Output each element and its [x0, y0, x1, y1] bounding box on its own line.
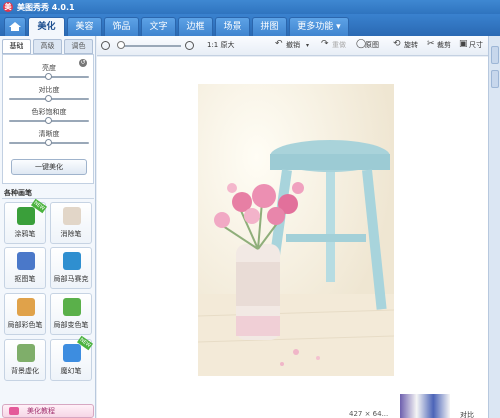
sharpness-label: 清晰度: [38, 130, 60, 138]
tab-beautify[interactable]: 美化: [28, 17, 65, 36]
tool-label: 背景虚化: [11, 367, 39, 375]
sharpness-knob[interactable]: [45, 139, 52, 146]
background-blur-tool[interactable]: 背景虚化: [4, 339, 46, 381]
zoom-in-icon[interactable]: [185, 41, 194, 50]
tab-home[interactable]: [4, 17, 26, 36]
brightness-slider[interactable]: [9, 73, 89, 80]
cutout-pen-icon: [17, 252, 35, 270]
subtab-color[interactable]: 调色: [64, 39, 93, 54]
contrast-slider[interactable]: [9, 95, 89, 102]
eraser-pen-tool[interactable]: 消除笔: [50, 202, 92, 244]
side-panel-toggle[interactable]: [491, 46, 499, 64]
right-side-strip: [488, 36, 500, 418]
tutorial-icon: [9, 407, 19, 415]
tab-collage[interactable]: 拼图: [252, 17, 287, 36]
mosaic-tool[interactable]: 局部马赛克: [50, 247, 92, 289]
tab-beauty[interactable]: 美容: [67, 17, 102, 36]
graffiti-pen-tool[interactable]: NEW 涂鸦笔: [4, 198, 48, 244]
color-brush-tool[interactable]: 局部彩色笔: [4, 293, 46, 335]
zoom-slider[interactable]: [121, 45, 181, 47]
tutorial-label: 美化教程: [27, 407, 55, 415]
undo-icon[interactable]: ↶: [275, 39, 283, 49]
redo-button: 重做: [332, 41, 346, 49]
magic-pen-icon: [63, 344, 81, 362]
tool-label: 局部彩色笔: [7, 321, 43, 329]
home-icon: [9, 22, 21, 31]
contrast-label: 对比度: [38, 86, 60, 94]
zoom-knob[interactable]: [117, 41, 125, 49]
beautify-tutorial-button[interactable]: 美化教程: [2, 404, 94, 418]
saturation-slider[interactable]: [9, 117, 89, 124]
saturation-knob[interactable]: [45, 117, 52, 124]
divider: [2, 198, 94, 199]
subtab-basic[interactable]: 基础: [2, 39, 31, 54]
tool-label: 消除笔: [60, 230, 82, 238]
brush-section-title: 各种画笔: [4, 189, 32, 197]
undo-button[interactable]: 撤销: [286, 40, 300, 50]
tab-more-features[interactable]: 更多功能 ▾: [289, 17, 349, 36]
tab-scenes[interactable]: 场景: [215, 17, 250, 36]
main-menu-bar: 美化 美容 饰品 文字 边框 场景 拼图 更多功能 ▾: [0, 14, 500, 36]
flower-vase-photo: [198, 84, 394, 376]
image-size-text: 427 × 64...: [349, 410, 389, 418]
actual-size-button[interactable]: 1:1 原大: [207, 40, 235, 50]
app-title: 美图秀秀 4.0.1: [17, 2, 75, 12]
title-bar: 美 美图秀秀 4.0.1: [0, 0, 500, 14]
left-panel: 基础 高级 调色 ↺ 亮度 对比度 色彩饱和度 清晰度 一键美化 各种画笔 NE…: [0, 36, 96, 418]
subtab-advanced[interactable]: 高级: [33, 39, 62, 54]
graffiti-pen-icon: [17, 207, 35, 225]
adjustment-panel: ↺ 亮度 对比度 色彩饱和度 清晰度 一键美化: [2, 54, 94, 184]
rotate-icon[interactable]: ⟲: [393, 39, 401, 49]
redo-icon: ↷: [321, 39, 329, 49]
side-panel-toggle[interactable]: [491, 70, 499, 88]
recolor-brush-icon: [63, 298, 81, 316]
tab-text[interactable]: 文字: [141, 17, 176, 36]
sharpness-slider[interactable]: [9, 139, 89, 146]
photo-preview[interactable]: [198, 84, 394, 376]
brightness-label: 亮度: [42, 64, 56, 72]
cutout-pen-tool[interactable]: 抠图笔: [4, 247, 46, 289]
mosaic-icon: [63, 252, 81, 270]
crop-button[interactable]: 裁剪: [437, 40, 451, 50]
tool-label: 局部马赛克: [53, 275, 89, 283]
contrast-knob[interactable]: [45, 95, 52, 102]
original-button[interactable]: 原图: [365, 40, 379, 50]
resize-icon[interactable]: ▣: [459, 39, 468, 49]
tool-label: 抠图笔: [14, 275, 36, 283]
magic-pen-tool[interactable]: NEW 魔幻笔: [50, 335, 94, 381]
image-toolbar: 1:1 原大 ↶ 撤销 ▾ ↷ 重做 ◯ 原图 ⟲ 旋转 ✂ 裁剪 ▣ 尺寸: [97, 36, 488, 56]
compare-label[interactable]: 对比: [460, 410, 474, 418]
sub-tabs: 基础 高级 调色: [2, 39, 94, 54]
tab-frames[interactable]: 边框: [178, 17, 213, 36]
eraser-icon: [63, 207, 81, 225]
recolor-brush-tool[interactable]: 局部变色笔: [50, 293, 92, 335]
tool-label: 涂鸦笔: [14, 230, 36, 238]
saturation-label: 色彩饱和度: [31, 108, 67, 116]
brightness-knob[interactable]: [45, 73, 52, 80]
zoom-out-icon[interactable]: [101, 41, 110, 50]
resize-button[interactable]: 尺寸: [469, 40, 483, 50]
color-brush-icon: [17, 298, 35, 316]
undo-dropdown-icon[interactable]: ▾: [306, 42, 309, 49]
app-logo-icon: 美: [3, 2, 13, 12]
tool-label: 魔幻笔: [60, 367, 82, 375]
compare-thumbnail[interactable]: [400, 394, 450, 418]
tab-accessories[interactable]: 饰品: [104, 17, 139, 36]
rotate-button[interactable]: 旋转: [404, 40, 418, 50]
blur-icon: [17, 344, 35, 362]
one-key-beautify-button[interactable]: 一键美化: [11, 159, 87, 175]
tool-label: 局部变色笔: [53, 321, 89, 329]
crop-icon[interactable]: ✂: [427, 39, 435, 49]
